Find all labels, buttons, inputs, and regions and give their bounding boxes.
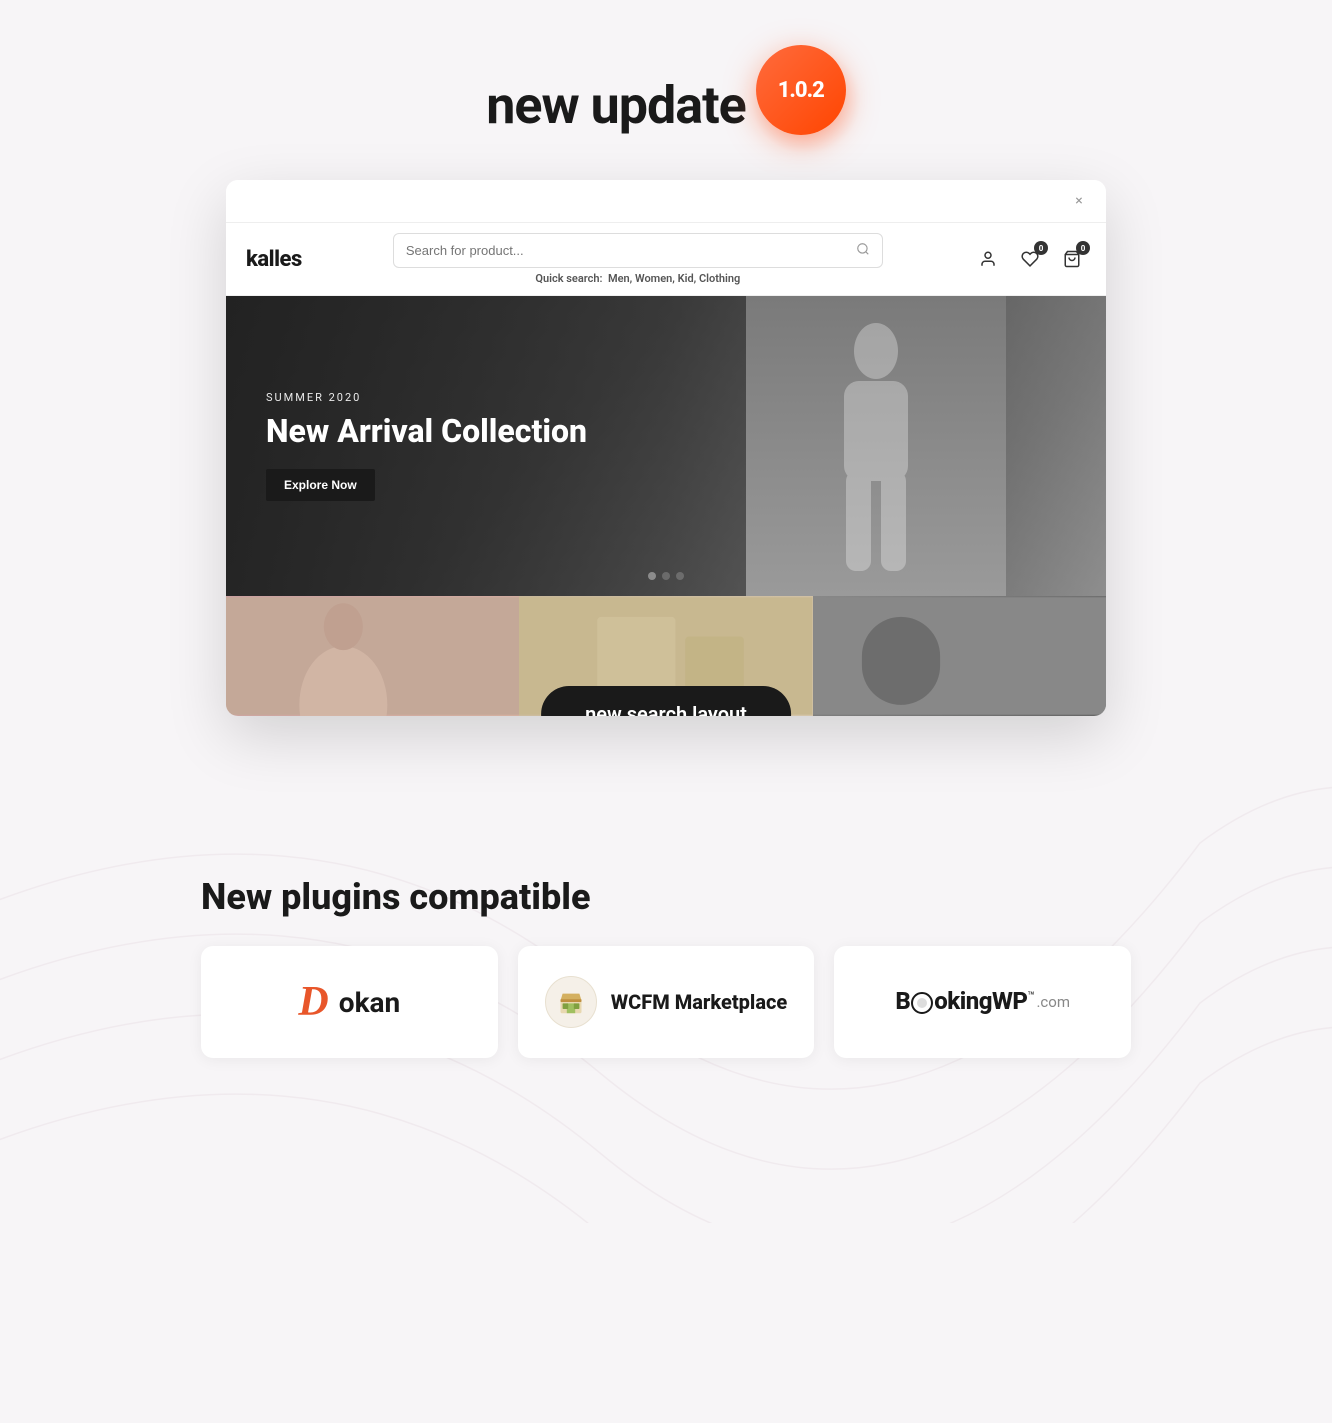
quick-search-items: Men, Women, Kid, Clothing [608,272,740,285]
dokan-d-letter: D [298,978,328,1026]
search-layout-label-wrapper: new search layout [541,686,791,716]
plugin-card-dokan: D okan [201,946,498,1058]
store-header: kalles Quick search: Men, Women, Kid, Cl… [226,223,1106,296]
thumb-item-3 [813,596,1106,716]
store-actions: 0 0 [974,245,1086,273]
page-title-wrapper: new update 1.0.2 [486,60,846,150]
close-button[interactable]: × [1068,190,1090,212]
wishlist-icon[interactable]: 0 [1016,245,1044,273]
plugins-grid: D okan [201,946,1131,1058]
page-wrapper: new update 1.0.2 × kalles [0,0,1332,1138]
store-logo: kalles [246,247,302,272]
hero-title: New Arrival Collection [266,412,587,450]
hero-content: SUMMER 2020 New Arrival Collection Explo… [226,361,627,530]
thumb-item-1 [226,596,519,716]
quick-search-prefix: Quick search: [535,272,602,285]
search-input[interactable] [406,243,848,258]
hero-cta-button[interactable]: Explore Now [266,469,375,501]
wcfm-logo: WCFM Marketplace [545,976,788,1028]
hero-season: SUMMER 2020 [266,391,587,404]
wcfm-text: WCFM Marketplace [611,990,788,1014]
page-title: new update [486,75,746,136]
search-bar[interactable] [393,233,883,268]
header-section: new update 1.0.2 [486,60,846,150]
browser-titlebar: × [226,180,1106,223]
quick-search-label: Quick search: Men, Women, Kid, Clothing [535,272,740,285]
search-icon [856,241,870,260]
plugin-card-wcfm: WCFM Marketplace [518,946,815,1058]
bookingwp-text: B okingWP™ [895,987,1034,1017]
cart-badge: 0 [1076,241,1090,255]
version-badge: 1.0.2 [756,45,846,135]
account-icon[interactable] [974,245,1002,273]
plugins-section-title: New plugins compatible [201,876,1131,918]
hero-banner: SUMMER 2020 New Arrival Collection Explo… [226,296,1106,596]
plugins-section: New plugins compatible D okan [191,876,1141,1058]
wcfm-icon [545,976,597,1028]
search-bar-wrapper: Quick search: Men, Women, Kid, Clothing [318,233,958,285]
wishlist-badge: 0 [1034,241,1048,255]
search-layout-label: new search layout [541,686,791,716]
dokan-text: okan [339,986,400,1019]
browser-window: × kalles Quick search: Men, Women, Kid, … [226,180,1106,716]
bookingwp-domain: .com [1036,993,1070,1011]
dokan-logo: D okan [298,978,400,1026]
cart-icon[interactable]: 0 [1058,245,1086,273]
bookingwp-logo: B okingWP™ .com [895,987,1070,1017]
plugin-card-bookingwp: B okingWP™ .com [834,946,1131,1058]
